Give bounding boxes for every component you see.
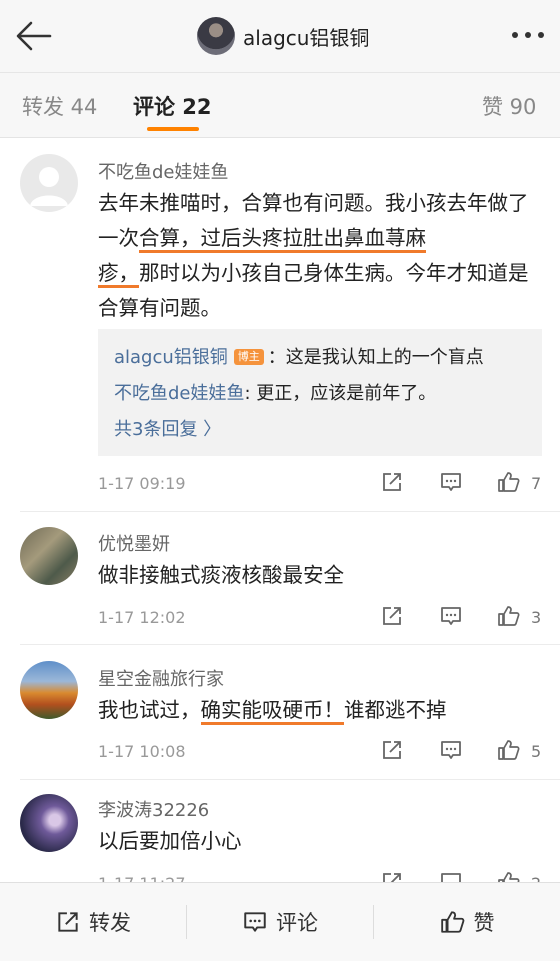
bottom-action-bar: 转发 评论 赞	[0, 882, 560, 961]
like-count: 5	[531, 742, 542, 761]
tab-repost[interactable]: 转发 44	[22, 91, 97, 121]
like-icon[interactable]	[497, 470, 521, 494]
reply-line: 不吃鱼de娃娃鱼: 更正，应该是前年了。	[114, 383, 437, 404]
more-dots-icon[interactable]	[510, 28, 546, 42]
highlight-mark: 合算，过后头疼拉肚出鼻血荨麻	[139, 226, 426, 253]
highlight-mark: 确实能吸硬币！	[200, 698, 344, 725]
reply-preview-box[interactable]: alagcu铝银铜 博主 ：这是我认知上的一个盲点 不吃鱼de娃娃鱼: 更正，应该是…	[98, 329, 542, 456]
comment-username[interactable]: 星空金融旅行家	[98, 665, 224, 691]
like-label: 赞	[473, 911, 495, 935]
active-tab-indicator	[147, 127, 199, 131]
avatar[interactable]	[20, 154, 78, 212]
like-count: 2	[531, 874, 541, 882]
comment-time: 1-17 10:08	[98, 742, 186, 761]
like-icon[interactable]	[497, 870, 521, 882]
comment-icon[interactable]	[439, 470, 463, 494]
avatar[interactable]	[20, 527, 78, 585]
like-icon	[440, 911, 464, 933]
tab-comments[interactable]: 评论 22	[133, 91, 212, 121]
comment-time: 1-17 12:02	[98, 608, 186, 627]
divider	[20, 511, 560, 512]
tab-bar: 转发 44 评论 22 赞 90	[0, 73, 560, 138]
divider	[20, 779, 560, 780]
repost-label: 转发	[89, 911, 131, 935]
comment-text: 我也试过，确实能吸硬币！谁都逃不掉	[98, 693, 544, 728]
share-icon[interactable]	[380, 870, 404, 882]
like-icon[interactable]	[497, 604, 521, 628]
repost-icon	[58, 912, 78, 932]
comment-time: 1-17 11:27	[98, 874, 186, 882]
tab-likes[interactable]: 赞 90	[482, 91, 536, 121]
comment-label: 评论	[276, 911, 318, 935]
highlight-mark: 疹，	[98, 261, 139, 288]
post-author[interactable]: alagcu铝银铜	[197, 17, 369, 55]
comment-time: 1-17 09:19	[98, 474, 186, 493]
comment-text: 以后要加倍小心	[98, 829, 242, 853]
comment-text: 去年未推喵时，合算也有问题。我小孩去年做了一次合算，过后头疼拉肚出鼻血荨麻 疹，那…	[98, 191, 529, 320]
comment-username[interactable]: 李波涛32226	[98, 796, 209, 822]
reply-username[interactable]: alagcu铝银铜	[114, 347, 228, 368]
reply-line: alagcu铝银铜 博主 ：这是我认知上的一个盲点	[114, 347, 484, 368]
avatar[interactable]	[20, 794, 78, 852]
author-avatar[interactable]	[197, 17, 235, 55]
comment-icon[interactable]	[439, 738, 463, 762]
reply-username[interactable]: 不吃鱼de娃娃鱼	[114, 383, 245, 404]
comment-icon[interactable]	[439, 870, 463, 882]
arrow-left-icon[interactable]	[14, 18, 54, 54]
repost-button[interactable]: 转发	[0, 883, 186, 961]
avatar[interactable]	[20, 661, 78, 719]
share-icon[interactable]	[380, 738, 404, 762]
more-replies-link[interactable]: 共3条回复 〉	[114, 415, 221, 441]
like-count: 3	[531, 608, 542, 627]
comment-username[interactable]: 优悦墨妍	[98, 530, 170, 556]
comment-text: 做非接触式痰液核酸最安全	[98, 563, 344, 587]
comment-button[interactable]: 评论	[187, 883, 373, 961]
comment-icon[interactable]	[439, 604, 463, 628]
like-button[interactable]: 赞	[374, 883, 560, 961]
comment-username[interactable]: 不吃鱼de娃娃鱼	[98, 158, 229, 184]
comment-icon	[244, 912, 266, 932]
author-badge: 博主	[233, 349, 264, 365]
share-icon[interactable]	[380, 604, 404, 628]
top-bar: alagcu铝银铜	[0, 0, 560, 73]
author-name[interactable]: alagcu铝银铜	[243, 22, 369, 51]
comment-list[interactable]: 不吃鱼de娃娃鱼 去年未推喵时，合算也有问题。我小孩去年做了一次合算，过后头疼拉…	[0, 138, 560, 882]
like-count: 7	[531, 474, 542, 493]
divider	[20, 644, 560, 645]
share-icon[interactable]	[380, 470, 404, 494]
like-icon[interactable]	[497, 738, 521, 762]
default-avatar-icon	[30, 167, 68, 206]
